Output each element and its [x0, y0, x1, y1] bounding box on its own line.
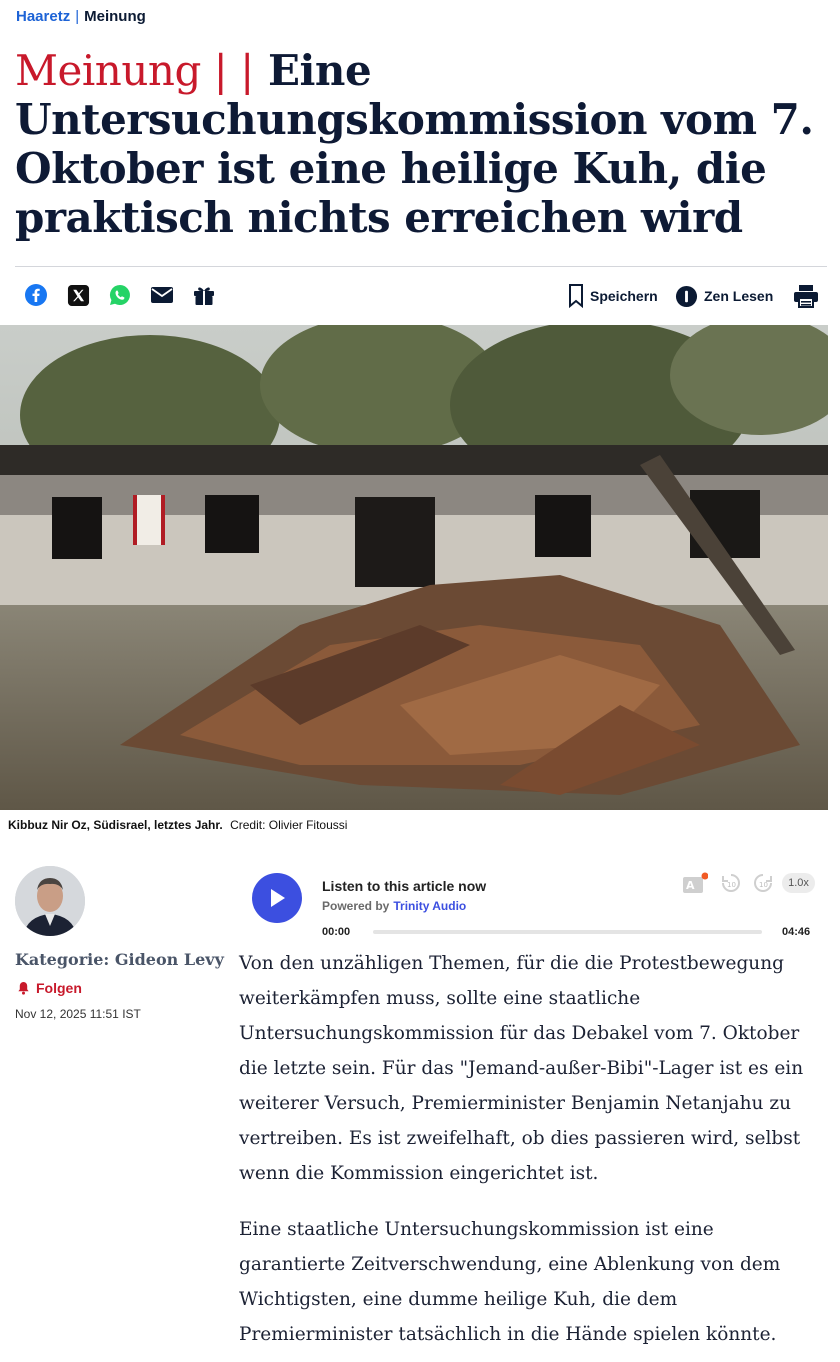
- forward-10-icon: 10: [754, 874, 772, 892]
- caption-credit: Credit: Olivier Fitoussi: [230, 818, 348, 832]
- current-time: 00:00: [322, 926, 351, 938]
- article-hero-image: [0, 325, 828, 810]
- site-brand-link[interactable]: Haaretz: [16, 8, 70, 25]
- x-share-button[interactable]: [65, 282, 91, 308]
- article-headline: Meinung | | Eine Untersuchungskommission…: [15, 46, 815, 242]
- forward-button[interactable]: 10: [752, 872, 774, 899]
- svg-text:A: A: [686, 879, 695, 892]
- breadcrumb: Haaretz | Meinung: [16, 8, 146, 25]
- publish-date: Nov 12, 2025 11:51 IST: [15, 1007, 141, 1021]
- follow-button[interactable]: Folgen: [17, 980, 82, 996]
- audio-player: Listen to this article now Powered by Tri…: [252, 868, 820, 942]
- gift-icon: [194, 287, 214, 305]
- provider-link[interactable]: Trinity Audio: [393, 899, 466, 913]
- bell-icon: [18, 981, 29, 995]
- email-share-button[interactable]: [149, 282, 175, 308]
- play-icon: [271, 889, 285, 907]
- zen-reading-button[interactable]: Zen Lesen: [675, 282, 773, 310]
- author-category[interactable]: Kategorie: Gideon Levy: [15, 950, 224, 969]
- body-paragraph: Von den unzähligen Themen, für die die P…: [239, 953, 804, 1184]
- body-paragraph: Eine staatliche Untersuchungskommission …: [239, 1219, 781, 1345]
- info-icon: [675, 285, 698, 307]
- mail-icon: [151, 287, 173, 303]
- facebook-share-button[interactable]: [23, 282, 49, 308]
- divider: [15, 266, 827, 267]
- section-link[interactable]: Meinung: [84, 8, 146, 25]
- rewind-button[interactable]: 10: [720, 872, 742, 899]
- svg-text:10: 10: [759, 881, 768, 889]
- article-body: Von den unzähligen Themen, für die die P…: [239, 946, 824, 1362]
- image-caption: Kibbuz Nir Oz, Südisrael, letztes Jahr. …: [8, 818, 347, 832]
- player-powered-by: Powered by Trinity Audio: [322, 899, 466, 913]
- translate-button[interactable]: A: [682, 872, 709, 899]
- rewind-10-icon: 10: [722, 874, 740, 892]
- x-icon: [67, 284, 89, 306]
- save-label: Speichern: [590, 288, 658, 304]
- print-icon: [794, 285, 818, 308]
- bookmark-icon: [569, 284, 583, 308]
- whatsapp-share-button[interactable]: [107, 282, 133, 308]
- breadcrumb-separator: |: [75, 8, 80, 25]
- translate-icon: A: [683, 872, 709, 893]
- progress-track[interactable]: [373, 930, 762, 934]
- svg-text:10: 10: [727, 881, 736, 889]
- author-avatar[interactable]: [15, 866, 85, 936]
- play-button[interactable]: [252, 873, 302, 923]
- follow-label: Folgen: [36, 980, 82, 996]
- duration: 04:46: [782, 926, 811, 938]
- playback-speed-button[interactable]: 1.0x: [782, 873, 815, 893]
- whatsapp-icon: [110, 285, 130, 305]
- caption-place: Kibbuz Nir Oz, Südisrael, letztes Jahr.: [8, 818, 223, 832]
- save-button[interactable]: Speichern: [568, 282, 658, 310]
- player-title: Listen to this article now: [322, 878, 487, 894]
- facebook-icon: [25, 284, 47, 306]
- headline-kicker: Meinung | |: [15, 46, 254, 95]
- zen-label: Zen Lesen: [704, 288, 774, 304]
- powered-by-label: Powered by: [322, 899, 390, 913]
- print-button[interactable]: [793, 282, 819, 310]
- gift-article-button[interactable]: [191, 282, 217, 308]
